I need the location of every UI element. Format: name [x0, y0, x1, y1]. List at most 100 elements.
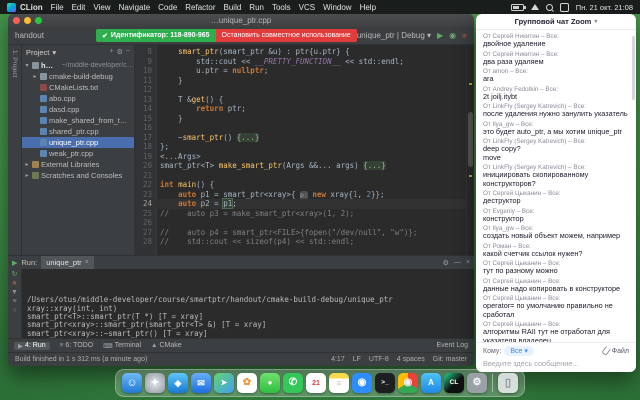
stop-button[interactable]: ■: [462, 32, 467, 40]
zoom-window-button[interactable]: [35, 17, 42, 24]
code-line-text[interactable]: // std::cout << sizeof(p4) << std::endl;: [156, 237, 466, 247]
clear-console-icon[interactable]: ○: [12, 307, 16, 315]
code-line-text[interactable]: std::cout << __PRETTY_FUNCTION__ << std:…: [156, 57, 466, 67]
status-widget[interactable]: LF: [353, 356, 361, 363]
gear-icon[interactable]: ⚙: [443, 259, 449, 267]
stop-sharing-button[interactable]: Остановить совместное использование: [216, 29, 357, 42]
tree-arrow-icon[interactable]: ▾: [24, 62, 30, 69]
recipient-selector[interactable]: Все ▾: [504, 346, 534, 356]
tree-item-make-shared-from-this[interactable]: make_shared_from_this.cpp: [22, 115, 134, 126]
code-line-text[interactable]: auto p2 = p1;: [156, 199, 466, 209]
code-line-text[interactable]: return ptr;: [156, 104, 466, 114]
code-editor[interactable]: 8 smart_ptr(smart_ptr &u) : ptr{u.ptr} {…: [135, 45, 474, 255]
tool-window-button[interactable]: ▶ 4: Run: [14, 342, 50, 350]
tree-item-external-libraries[interactable]: ▸ External Libraries: [22, 159, 134, 170]
menu-item[interactable]: Tools: [272, 3, 291, 12]
tree-item-abo[interactable]: abo.cpp: [22, 93, 134, 104]
tree-item-weak-ptr[interactable]: weak_ptr.cpp: [22, 148, 134, 159]
tool-window-button[interactable]: ⌨ Terminal: [103, 342, 141, 350]
warning-stripe-mark[interactable]: [469, 83, 472, 85]
dock-clion-icon[interactable]: CL: [444, 373, 464, 393]
run-config-selector[interactable]: unique_ptr | Debug ▾: [357, 31, 431, 40]
menu-app-name[interactable]: CLion: [20, 3, 43, 12]
dock-chrome-icon[interactable]: ◉: [398, 373, 418, 393]
run-tab[interactable]: unique_ptr ×: [41, 256, 94, 269]
rerun-icon[interactable]: ↻: [12, 271, 18, 279]
menu-item[interactable]: Run: [249, 3, 264, 12]
dock-calendar-icon[interactable]: 21: [306, 373, 326, 393]
dock-launchpad-icon[interactable]: ✦: [145, 373, 165, 393]
dock-terminal-icon[interactable]: >_: [375, 373, 395, 393]
debug-button[interactable]: ◉: [449, 32, 456, 40]
dock-settings-icon[interactable]: ⚙: [467, 373, 487, 393]
code-line-text[interactable]: [156, 123, 466, 133]
attach-file-button[interactable]: Файл: [603, 347, 629, 355]
tree-item-cmake-build-debug[interactable]: ▸ cmake-build-debug: [22, 71, 134, 82]
tool-window-button[interactable]: ≡ 6: TODO: [60, 342, 94, 350]
status-widget[interactable]: 4 spaces: [397, 356, 425, 363]
tree-arrow-icon[interactable]: ▸: [24, 161, 30, 168]
dock-zoom-icon[interactable]: ◉: [352, 373, 372, 393]
chevron-down-icon[interactable]: ▾: [594, 18, 597, 25]
close-window-button[interactable]: [13, 17, 20, 24]
clion-logo-icon[interactable]: [7, 3, 16, 12]
code-line-text[interactable]: [156, 218, 466, 228]
dock-mail-icon[interactable]: ✉: [191, 373, 211, 393]
tree-item-scratches[interactable]: ▸ Scratches and Consoles: [22, 170, 134, 181]
code-line-text[interactable]: ~smart_ptr() {...}: [156, 133, 466, 143]
soft-wrap-icon[interactable]: ≡: [12, 298, 16, 306]
code-line-text[interactable]: }: [156, 114, 466, 124]
scroll-down-icon[interactable]: ▼: [11, 289, 18, 297]
minimize-window-button[interactable]: [24, 17, 31, 24]
chat-messages[interactable]: От Сергей Никитин – Все: двойное удалени…: [476, 30, 636, 342]
code-line-text[interactable]: smart_ptr<T> make_smart_ptr(Args &&... a…: [156, 161, 466, 171]
tree-item-cmakelists[interactable]: CMakeLists.txt: [22, 82, 134, 93]
dock-appstore-icon[interactable]: A: [421, 373, 441, 393]
close-tab-icon[interactable]: ×: [85, 259, 89, 266]
dock-maps-icon[interactable]: ➤: [214, 373, 234, 393]
status-widget[interactable]: Git: master: [433, 356, 467, 363]
menu-item[interactable]: File: [51, 3, 64, 12]
dock-photos-icon[interactable]: ✿: [237, 373, 257, 393]
tool-window-button[interactable]: ▲ CMake: [151, 342, 182, 350]
tree-arrow-icon[interactable]: ▸: [32, 73, 38, 80]
menu-item[interactable]: Window: [323, 3, 351, 12]
dock-finder-icon[interactable]: ☺: [122, 373, 142, 393]
run-console[interactable]: /Users/otus/middle-developer/course/smar…: [22, 269, 474, 338]
tree-arrow-icon[interactable]: ▸: [24, 172, 30, 179]
scrollbar-thumb[interactable]: [468, 112, 473, 167]
status-widget[interactable]: 4:17: [331, 356, 345, 363]
project-panel-title[interactable]: Project: [26, 48, 49, 57]
dock-safari-icon[interactable]: ◈: [168, 373, 188, 393]
code-line-text[interactable]: T &get() {: [156, 95, 466, 105]
wifi-icon[interactable]: [531, 4, 539, 10]
code-line-text[interactable]: }: [156, 76, 466, 86]
code-line-text[interactable]: int main() {: [156, 180, 466, 190]
dock-messages-icon[interactable]: ●: [260, 373, 280, 393]
run-button[interactable]: ▶: [437, 32, 443, 40]
tree-item-shared-ptr[interactable]: shared_ptr.cpp: [22, 126, 134, 137]
status-widget[interactable]: UTF-8: [369, 356, 389, 363]
dock-facetime-icon[interactable]: ✆: [283, 373, 303, 393]
close-panel-icon[interactable]: ×: [466, 259, 470, 267]
search-icon[interactable]: [546, 4, 553, 11]
menu-item[interactable]: VCS: [299, 3, 315, 12]
menu-item[interactable]: View: [93, 3, 110, 12]
code-line-text[interactable]: <...Args>: [156, 152, 466, 162]
menu-clock[interactable]: Пн. 21 окт. 21:08: [576, 3, 633, 12]
menu-item[interactable]: Help: [360, 3, 376, 12]
code-line-text[interactable]: // auto p4 = smart_ptr<FILE>{fopen("/dev…: [156, 228, 466, 238]
code-line-text[interactable]: u.ptr = nullptr;: [156, 66, 466, 76]
menu-item[interactable]: Refactor: [185, 3, 215, 12]
minimize-panel-icon[interactable]: —: [454, 259, 461, 267]
menu-item[interactable]: Code: [158, 3, 177, 12]
menu-item[interactable]: Build: [224, 3, 242, 12]
chat-message-input[interactable]: Введите здесь сообщение...: [483, 359, 629, 368]
locate-file-icon[interactable]: +: [110, 48, 114, 56]
tree-item-dasd[interactable]: dasd.cpp: [22, 104, 134, 115]
dock-trash-icon[interactable]: ▯: [498, 373, 518, 393]
stop-process-icon[interactable]: ■: [12, 280, 16, 288]
menu-item[interactable]: Navigate: [119, 3, 151, 12]
code-line-text[interactable]: auto p1 = smart_ptr<xray>{ p: new xray{1…: [156, 190, 466, 200]
dock-notes-icon[interactable]: ≡: [329, 373, 349, 393]
